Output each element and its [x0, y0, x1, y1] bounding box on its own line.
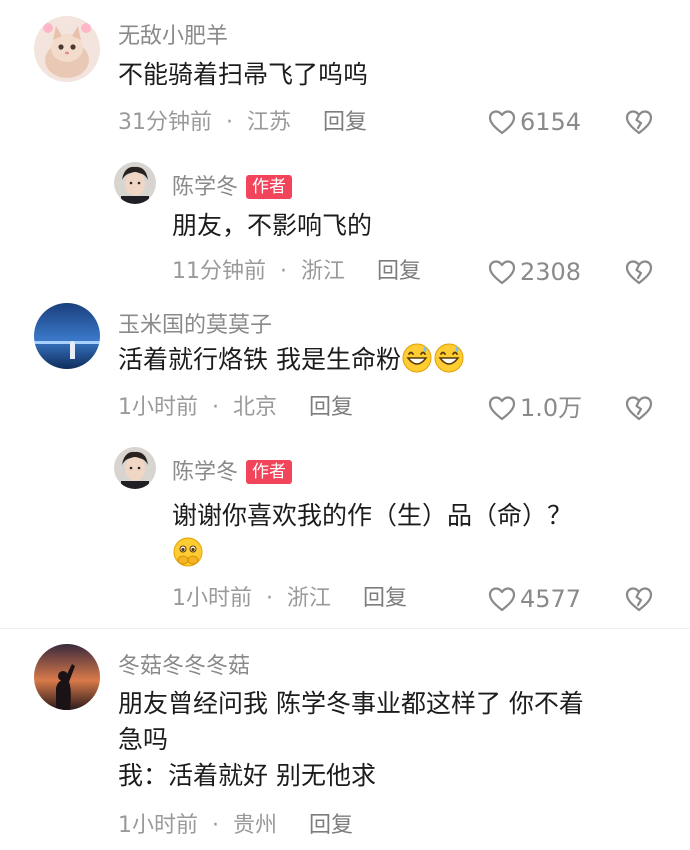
username[interactable]: 玉米国的莫莫子: [118, 307, 272, 339]
comment-text-body: 活着就行烙铁 我是生命粉: [118, 345, 401, 374]
comment-item: 玉米国的莫莫子 活着就行烙铁 我是生命粉 1小时前 · 北京 回复 1.0万: [0, 295, 690, 435]
grinning-sweat-emoji: [433, 342, 465, 374]
avatar[interactable]: [34, 16, 100, 82]
comment-text-line: 朋友曾经问我 陈学冬事业都这样了 你不着: [118, 689, 584, 718]
like-button[interactable]: 6154: [488, 107, 581, 137]
avatar[interactable]: [114, 447, 156, 489]
heart-outline-icon: [488, 109, 516, 135]
comment-time: 1小时前: [118, 395, 198, 420]
comment-text: 朋友曾经问我 陈学冬事业都这样了 你不着 急吗 我：活着就好 别无他求: [118, 686, 584, 794]
pleading-face-emoji: [172, 536, 204, 568]
comment-emoji-line: [172, 536, 204, 572]
broken-heart-outline-icon[interactable]: [625, 586, 653, 612]
comment-time: 11分钟前: [172, 259, 266, 284]
like-count: 1.0万: [520, 394, 583, 422]
like-count: 2308: [520, 258, 582, 286]
comment-location: 北京: [233, 395, 278, 420]
comment-location: 浙江: [301, 259, 346, 284]
broken-heart-outline-icon[interactable]: [625, 259, 653, 285]
author-badge: 作者: [246, 175, 293, 199]
reply-item: 陈学冬 作者 朋友，不影响飞的 11分钟前 · 浙江 回复 2308: [0, 150, 690, 295]
comment-item: 冬菇冬冬冬菇 朋友曾经问我 陈学冬事业都这样了 你不着 急吗 我：活着就好 别无…: [0, 630, 690, 850]
author-badge: 作者: [246, 460, 293, 484]
comment-text-line: 我：活着就好 别无他求: [118, 761, 376, 790]
reply-button[interactable]: 回复: [309, 813, 353, 838]
comment-item: 无敌小肥羊 不能骑着扫帚飞了呜呜 31分钟前 · 江苏 回复 6154: [0, 0, 690, 150]
comment-location: 江苏: [247, 110, 292, 135]
comment-meta: 1小时前 · 北京 回复: [118, 395, 354, 420]
reply-button[interactable]: 回复: [363, 586, 407, 611]
heart-outline-icon: [488, 259, 516, 285]
comment-meta: 1小时前 · 浙江 回复: [172, 586, 408, 611]
avatar[interactable]: [114, 162, 156, 204]
avatar[interactable]: [34, 644, 100, 710]
heart-outline-icon: [488, 395, 516, 421]
comment-text: 谢谢你喜欢我的作（生）品（命）？: [172, 501, 573, 530]
comment-text: 活着就行烙铁 我是生命粉: [118, 342, 465, 378]
avatar[interactable]: [34, 303, 100, 369]
reply-button[interactable]: 回复: [377, 259, 421, 284]
comment-text: 不能骑着扫帚飞了呜呜: [118, 60, 369, 89]
username[interactable]: 冬菇冬冬冬菇: [118, 648, 250, 680]
comment-time: 1小时前: [118, 813, 198, 838]
like-button[interactable]: 1.0万: [488, 393, 582, 423]
comment-meta: 1小时前 · 贵州 回复: [118, 813, 354, 838]
broken-heart-outline-icon[interactable]: [625, 109, 653, 135]
comment-text-line: 急吗: [118, 725, 169, 754]
heart-outline-icon: [488, 586, 516, 612]
broken-heart-outline-icon[interactable]: [625, 395, 653, 421]
username-text[interactable]: 陈学冬: [172, 175, 238, 200]
like-count: 4577: [520, 585, 582, 613]
comment-location: 浙江: [287, 586, 332, 611]
username[interactable]: 陈学冬 作者: [172, 169, 293, 201]
like-count: 6154: [520, 108, 582, 136]
comment-meta: 11分钟前 · 浙江 回复: [172, 259, 422, 284]
comment-location: 贵州: [233, 813, 278, 838]
comment-meta: 31分钟前 · 江苏 回复: [118, 110, 368, 135]
comment-time: 1小时前: [172, 586, 252, 611]
reply-button[interactable]: 回复: [323, 110, 367, 135]
username[interactable]: 陈学冬 作者: [172, 454, 293, 486]
reply-button[interactable]: 回复: [309, 395, 353, 420]
like-button[interactable]: 2308: [488, 257, 581, 287]
username-text[interactable]: 陈学冬: [172, 460, 238, 485]
comment-time: 31分钟前: [118, 110, 212, 135]
divider: [0, 628, 690, 629]
reply-item: 陈学冬 作者 谢谢你喜欢我的作（生）品（命）？ 1小时前 · 浙江 回复 4577: [0, 435, 690, 625]
like-button[interactable]: 4577: [488, 584, 581, 614]
username[interactable]: 无敌小肥羊: [118, 18, 228, 50]
comment-text: 朋友，不影响飞的: [172, 211, 373, 240]
grinning-sweat-emoji: [401, 342, 433, 374]
